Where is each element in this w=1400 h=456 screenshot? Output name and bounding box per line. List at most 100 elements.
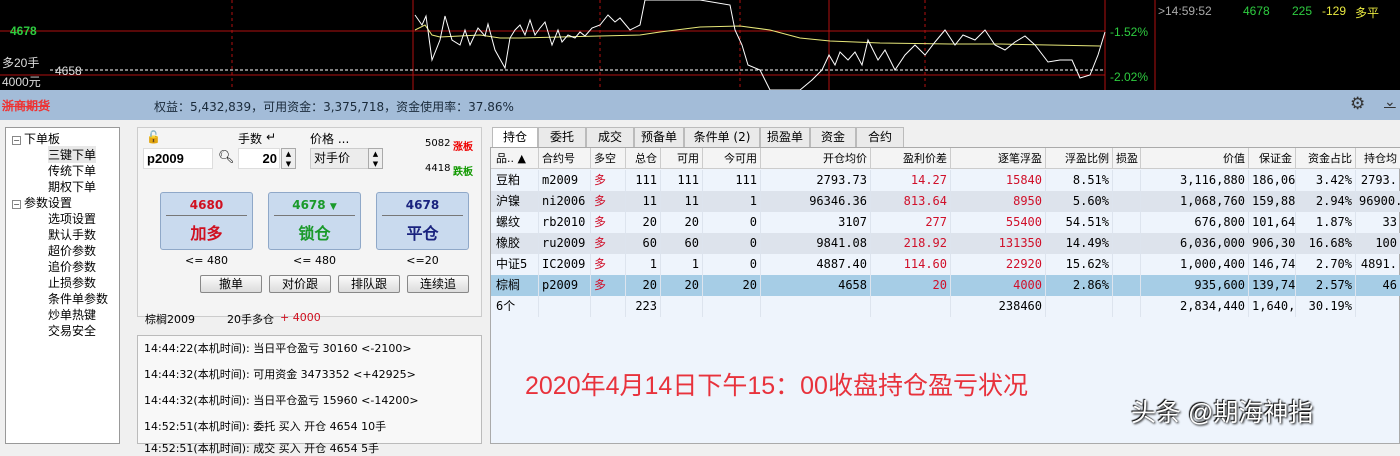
reverse-icon[interactable]: ↵ [266, 130, 276, 144]
column-header[interactable]: 保证金 [1249, 148, 1296, 169]
follow-opposite-button[interactable]: 对价跟 [269, 275, 331, 293]
qty-input[interactable] [238, 148, 280, 169]
lock-position-button[interactable]: 4678 ▼ 锁仓 [268, 192, 361, 250]
tick-price: 4678 [1243, 4, 1270, 18]
table-row[interactable]: 中证5 IC2009 多 1 1 0 4887.40 114.60 22920 15.62% 1,0… [491, 254, 1400, 275]
tab-prepared[interactable]: 预备单 [634, 127, 684, 147]
search-icon[interactable]: 🔍︎ [218, 150, 235, 165]
column-header[interactable]: 价值 [1141, 148, 1249, 169]
table-cell: 146,742 [1249, 254, 1296, 275]
positions-table: 品.. ▲ 合约号 多空 总仓 可用 今可用 开仓均价 盈利价差 逐笔浮盈 浮盈比例 损盈 价值 保证金… [490, 147, 1400, 444]
table-row[interactable]: 6个 223 238460 2,834,4401,640,37130.19% [491, 296, 1400, 317]
limit-up-label: 涨板 [453, 142, 473, 153]
table-row[interactable]: 螺纹 rb2010 多 20 20 0 3107 277 55400 54.51% 676,800 1… [491, 212, 1400, 233]
table-cell: 多 [591, 233, 626, 254]
tab-stop-profit[interactable]: 损盈单 [760, 127, 810, 147]
table-cell: 3.42% [1296, 170, 1356, 191]
table-cell: 906,300 [1249, 233, 1296, 254]
table-cell: 6,036,000 [1141, 233, 1249, 254]
table-cell: 54.51% [1046, 212, 1113, 233]
collapse-icon[interactable]: − [12, 136, 21, 145]
collapse-icon[interactable]: − [12, 200, 21, 209]
table-cell: 棕榈 [493, 275, 539, 296]
column-header[interactable]: 损盈 [1113, 148, 1141, 169]
tree-item[interactable]: 追价参数 [48, 258, 96, 275]
table-cell: 9841.08 [761, 233, 871, 254]
table-cell: 139,740 [1249, 275, 1296, 296]
table-row[interactable]: 橡胶 ru2009 多 60 60 0 9841.08 218.92 131350 14.49% 6… [491, 233, 1400, 254]
table-cell: 3,116,880 [1141, 170, 1249, 191]
qty-label: 手数 [238, 132, 263, 146]
column-header[interactable]: 逐笔浮盈 [951, 148, 1046, 169]
tree-item[interactable]: 选项设置 [48, 210, 96, 227]
continuous-chase-button[interactable]: 连续追 [407, 275, 469, 293]
table-cell: 2.86% [1046, 275, 1113, 296]
tree-item[interactable]: 炒单热键 [48, 306, 96, 323]
contract-input[interactable] [143, 148, 213, 169]
table-cell: ni2006 [539, 191, 591, 212]
table-cell: 101,640 [1249, 212, 1296, 233]
price-label: 价格 ... [310, 132, 350, 146]
tab-contracts[interactable]: 合约 [856, 127, 904, 147]
tick-change: -129 [1322, 4, 1347, 18]
down-triangle-icon: ▼ [329, 202, 337, 212]
follow-queue-button[interactable]: 排队跟 [338, 275, 400, 293]
tab-funds[interactable]: 资金 [810, 127, 856, 147]
table-cell: 多 [591, 170, 626, 191]
tree-item-traditional[interactable]: 传统下单 [48, 162, 96, 179]
summary-pnl: + 4000 [280, 311, 321, 324]
settings-gear-icon[interactable]: ⚙ [1350, 94, 1365, 114]
add-long-button[interactable]: 4680 加多 [160, 192, 253, 250]
tree-item[interactable]: 条件单参数 [48, 290, 108, 307]
table-cell: 33 [1356, 212, 1400, 233]
tree-item[interactable]: 超价参数 [48, 242, 96, 259]
tree-item-three-key[interactable]: 三键下单 [48, 146, 97, 163]
tab-positions[interactable]: 持仓 [492, 127, 538, 148]
table-header: 品.. ▲ 合约号 多空 总仓 可用 今可用 开仓均价 盈利价差 逐笔浮盈 浮盈比例 损盈 价值 保证金… [491, 148, 1400, 169]
column-header[interactable]: 可用 [661, 148, 703, 169]
column-header[interactable]: 盈利价差 [871, 148, 951, 169]
column-header[interactable]: 合约号 [539, 148, 591, 169]
table-row[interactable]: 豆粕 m2009 多 111 111 111 2793.73 14.27 15840 8.51% 3… [491, 170, 1400, 191]
table-cell: 159,887 [1249, 191, 1296, 212]
cancel-order-button[interactable]: 撤单 [200, 275, 262, 293]
table-cell: 6个 [493, 296, 539, 317]
column-header[interactable]: 多空 [591, 148, 626, 169]
tree-item[interactable]: 止损参数 [48, 274, 96, 291]
table-cell: 11 [626, 191, 661, 212]
table-row[interactable]: 棕榈 p2009 多 20 20 20 4658 20 4000 2.86% 935,600 139,… [491, 275, 1400, 296]
table-cell: 20 [661, 275, 703, 296]
column-header[interactable]: 总仓 [626, 148, 661, 169]
table-cell: 11 [661, 191, 703, 212]
table-cell: 55400 [951, 212, 1046, 233]
tree-group-order-panel[interactable]: − 下单板 [12, 130, 60, 147]
close-position-button[interactable]: 4678 平仓 [376, 192, 469, 250]
column-header[interactable]: 今可用 [703, 148, 761, 169]
column-header[interactable]: 资金占比 [1296, 148, 1356, 169]
table-cell [1113, 296, 1141, 317]
table-cell: 16.68% [1296, 233, 1356, 254]
tab-conditional[interactable]: 条件单 (2) [684, 127, 760, 147]
table-row[interactable]: 沪镍 ni2006 多 11 11 1 96346.36 813.64 8950 5.60% 1,0… [491, 191, 1400, 212]
table-cell: 277 [871, 212, 951, 233]
column-header[interactable]: 持仓均 [1356, 148, 1400, 169]
table-cell: 15.62% [1046, 254, 1113, 275]
column-header[interactable]: 开仓均价 [761, 148, 871, 169]
table-cell: 0 [703, 212, 761, 233]
price-chart: 4678 多20手 4658 4000元 -1.52% -2.02% >14:5… [0, 0, 1400, 90]
table-cell: 813.64 [871, 191, 951, 212]
tree-item-options[interactable]: 期权下单 [48, 178, 96, 195]
tree-item[interactable]: 默认手数 [48, 226, 96, 243]
column-header[interactable]: 浮盈比例 [1046, 148, 1113, 169]
tree-group-params[interactable]: − 参数设置 [12, 194, 72, 211]
column-header[interactable]: 品.. ▲ [493, 148, 539, 169]
position-label: 多20手 [2, 56, 40, 70]
price-type-stepper[interactable]: ▲ ▼ [368, 148, 383, 169]
collapse-chevron-icon[interactable]: ⌄ [1384, 94, 1396, 110]
tab-orders[interactable]: 委托 [538, 127, 586, 147]
qty-stepper[interactable]: ▲ ▼ [281, 148, 296, 169]
tab-trades[interactable]: 成交 [586, 127, 634, 147]
table-cell: 238460 [951, 296, 1046, 317]
unlock-icon[interactable]: 🔓 [146, 130, 161, 144]
tree-item[interactable]: 交易安全 [48, 322, 96, 339]
